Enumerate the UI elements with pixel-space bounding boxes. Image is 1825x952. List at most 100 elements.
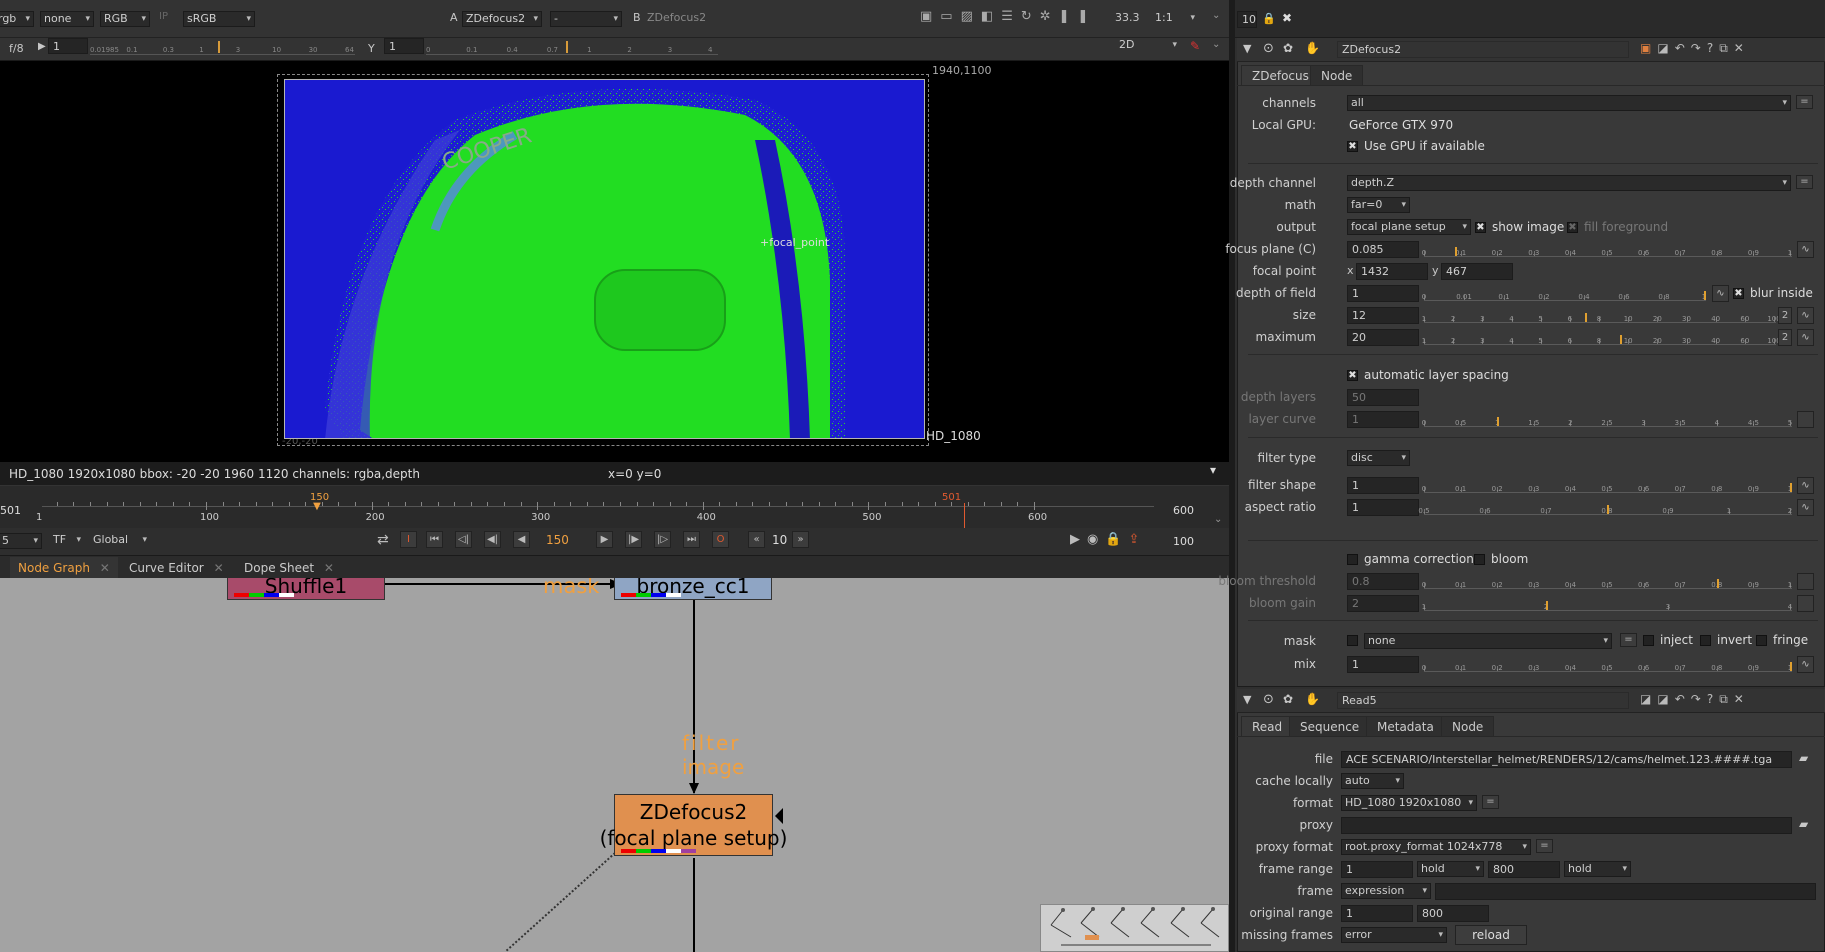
undo-icon[interactable]: ↶ xyxy=(1675,692,1691,706)
refresh-icon[interactable]: ↻ xyxy=(1021,9,1040,24)
timeline-ruler[interactable]: 1 100 200 300 400 500 600 150 ▼ 501 xyxy=(36,492,1154,531)
gear-icon[interactable]: ✲ xyxy=(1040,9,1059,24)
cache-dropdown[interactable]: auto xyxy=(1341,773,1404,789)
bloom-checkbox[interactable] xyxy=(1474,554,1485,565)
export-icon[interactable]: ⇪ xyxy=(1129,532,1147,547)
depth-layers-field[interactable]: 50 xyxy=(1347,389,1419,406)
mask-overlay-icon[interactable]: ▭ xyxy=(940,9,960,24)
tab-node-graph[interactable]: Node Graph ✕ xyxy=(10,557,118,579)
viewer-extra-icons[interactable]: ▶◉🔒⇪ xyxy=(1070,532,1146,547)
slider-handle[interactable] xyxy=(1790,483,1792,492)
mask-dropdown[interactable]: none xyxy=(1364,633,1612,649)
fringe-checkbox[interactable] xyxy=(1756,635,1767,646)
dof-slider[interactable]: 00.010.10.20.40.60.81 xyxy=(1422,283,1706,301)
format-edit-icon[interactable]: = xyxy=(1482,795,1499,809)
tf-dropdown[interactable]: TF xyxy=(50,533,84,549)
mask-checkbox[interactable] xyxy=(1347,635,1358,646)
frame-mode-dropdown[interactable]: expression xyxy=(1341,883,1431,899)
redo-icon[interactable]: ↷ xyxy=(1691,41,1707,55)
frame-start-mode-dropdown[interactable]: hold xyxy=(1417,861,1484,877)
maximum-field[interactable]: 20 xyxy=(1347,329,1419,346)
node-color-icon[interactable]: ✿ xyxy=(1283,692,1293,706)
focus-plane-field[interactable]: 0.085 xyxy=(1347,241,1419,258)
missing-frames-dropdown[interactable]: error xyxy=(1341,927,1447,943)
gl-color-icon[interactable]: ◪ xyxy=(1657,692,1674,706)
bloom-threshold-slider[interactable]: 00.10.20.30.40.50.60.70.80.91 xyxy=(1422,571,1792,589)
close-icon[interactable]: ✕ xyxy=(214,561,224,575)
filter-type-dropdown[interactable]: disc xyxy=(1347,450,1410,466)
next-keyframe-icon[interactable]: |▷ xyxy=(654,531,671,548)
mix-slider[interactable]: 00.10.20.30.40.50.60.70.80.91 xyxy=(1422,654,1792,672)
bloom-gain-field[interactable]: 2 xyxy=(1347,595,1419,612)
output-dropdown[interactable]: focal plane setup xyxy=(1347,219,1471,235)
channels-count-badge[interactable]: 2 xyxy=(1778,329,1792,346)
curve-icon[interactable]: ∿ xyxy=(1797,477,1814,494)
capture-icon[interactable]: ◉ xyxy=(1087,532,1105,547)
info-bar-dropdown-icon[interactable]: ▾ xyxy=(1210,463,1216,477)
zdefocus-node[interactable]: ZDefocus2 (focal plane setup) xyxy=(600,794,787,856)
gain-field[interactable]: 1 xyxy=(48,38,88,54)
timeline-expand-icon[interactable]: ⌄ xyxy=(1214,514,1222,525)
end-value-field[interactable]: 100 xyxy=(1173,535,1194,548)
node-graph[interactable]: Shuffle1 bronze_cc1 mask filter image ZD… xyxy=(0,578,1229,952)
node-center-icon[interactable]: ⊙ xyxy=(1263,41,1274,56)
help-icon[interactable]: ? xyxy=(1707,692,1719,706)
step-forward-icon[interactable]: |▶ xyxy=(625,531,642,548)
link-icon[interactable]: = xyxy=(1796,175,1813,189)
math-dropdown[interactable]: far=0 xyxy=(1347,197,1410,213)
node-center-icon[interactable]: ⊙ xyxy=(1263,692,1274,707)
fstop-label[interactable]: f/8 xyxy=(9,42,24,55)
frame-end-field[interactable]: 800 xyxy=(1488,861,1560,878)
curve-icon[interactable]: ∿ xyxy=(1797,499,1814,516)
depth-channel-dropdown[interactable]: depth.Z xyxy=(1347,175,1791,191)
current-frame-field[interactable]: 150 xyxy=(546,533,569,547)
folder-icon[interactable]: ▰ xyxy=(1799,751,1808,765)
panel-title-icons[interactable]: ▣◪↶↷?⧉✕ xyxy=(1640,41,1750,56)
input-a-dropdown[interactable]: ZDefocus2 xyxy=(462,11,542,27)
proxy-format-dropdown[interactable]: root.proxy_format 1024x778 xyxy=(1341,839,1531,855)
node-edit-icon[interactable]: ✋ xyxy=(1305,41,1320,55)
max-panels-field[interactable]: 10 xyxy=(1237,11,1257,28)
last-frame-icon[interactable]: ⏭ xyxy=(683,531,700,548)
tab-node[interactable]: Node xyxy=(1441,716,1495,737)
input-b-dropdown[interactable]: ZDefocus2 xyxy=(647,11,706,24)
timeline-start-frame[interactable]: 501 xyxy=(0,504,21,517)
lock-panels-icon[interactable]: 🔒 xyxy=(1262,12,1276,25)
bloom-threshold-field[interactable]: 0.8 xyxy=(1347,573,1419,590)
frame-end-mode-dropdown[interactable]: hold xyxy=(1564,861,1631,877)
ratio-dropdown[interactable]: 1:1 xyxy=(1152,11,1198,27)
frame-start-field[interactable]: 1 xyxy=(1341,861,1413,878)
fps-dropdown[interactable]: 5 xyxy=(0,533,42,549)
mix-field[interactable]: 1 xyxy=(1347,656,1419,673)
file-path-field[interactable]: ACE SCENARIO/Interstellar_helmet/RENDERS… xyxy=(1341,751,1792,768)
use-gpu-checkbox[interactable]: ✖ xyxy=(1347,141,1358,152)
toolbar-expand-icon[interactable]: ⌄ xyxy=(1212,10,1220,21)
curve-icon[interactable] xyxy=(1797,411,1814,428)
pause-icon[interactable]: ❚❚ xyxy=(1059,9,1097,24)
channels-count-badge[interactable]: 2 xyxy=(1778,307,1792,324)
tab-sequence[interactable]: Sequence xyxy=(1289,716,1371,737)
tile-color-icon[interactable]: ◪ xyxy=(1640,692,1657,706)
link-icon[interactable]: = xyxy=(1796,95,1813,109)
skip-back-icon[interactable]: « xyxy=(748,531,765,548)
slider-handle[interactable] xyxy=(1716,579,1719,588)
close-icon[interactable]: ✕ xyxy=(1734,692,1750,706)
gamma-correction-checkbox[interactable] xyxy=(1347,554,1358,565)
node-name-field[interactable]: Read5 xyxy=(1337,692,1629,709)
slider-handle[interactable] xyxy=(1704,291,1706,300)
play-forward-icon[interactable]: ▶ xyxy=(596,531,613,548)
slider-handle[interactable] xyxy=(1497,417,1500,426)
shuffle-node[interactable]: Shuffle1 xyxy=(227,578,385,600)
curve-icon[interactable] xyxy=(1797,573,1814,590)
curve-icon[interactable]: ∿ xyxy=(1797,307,1814,324)
ip-button[interactable]: IP xyxy=(159,11,168,22)
orig-start-field[interactable]: 1 xyxy=(1341,905,1413,922)
frame-expression-field[interactable] xyxy=(1435,883,1816,900)
proxy-format-edit-icon[interactable]: = xyxy=(1536,839,1553,853)
viewer-tool-icons[interactable]: ▣▭▨◧☰↻✲❚❚ xyxy=(920,9,1120,27)
size-field[interactable]: 12 xyxy=(1347,307,1419,324)
collapse-icon[interactable]: ▼ xyxy=(1243,42,1251,55)
node-edit-icon[interactable]: ✋ xyxy=(1305,692,1320,706)
tab-dope-sheet[interactable]: Dope Sheet ✕ xyxy=(236,557,342,579)
link-icon[interactable]: = xyxy=(1620,633,1637,647)
